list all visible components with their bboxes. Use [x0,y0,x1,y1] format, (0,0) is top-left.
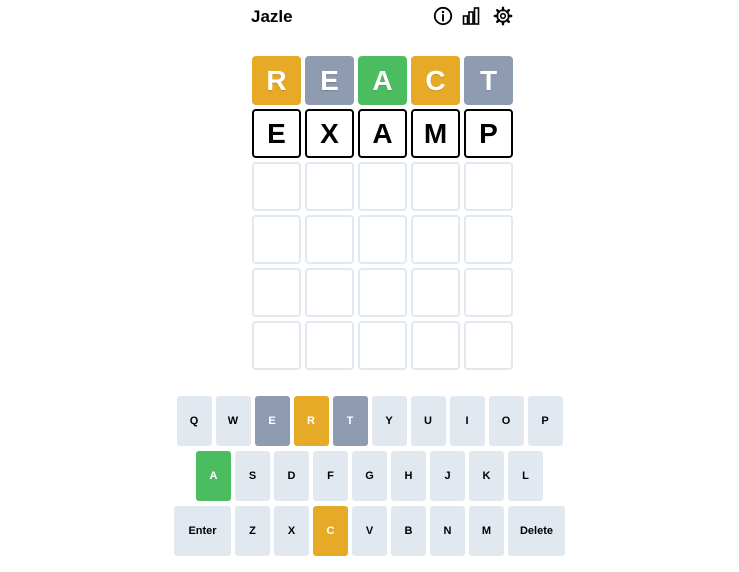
key-d[interactable]: D [274,451,309,501]
board-tile: A [358,109,407,158]
key-u[interactable]: U [410,396,446,446]
board-tile: T [464,56,513,105]
info-button[interactable] [433,6,453,26]
board-tile: A [358,56,407,105]
board-tile [411,162,460,211]
board-tile: P [464,109,513,158]
board-tile [358,215,407,264]
app-header: Jazle [0,0,739,34]
key-g[interactable]: G [352,451,387,501]
key-b[interactable]: B [391,506,426,556]
key-v[interactable]: V [352,506,387,556]
key-c[interactable]: C [313,506,348,556]
board-tile: X [305,109,354,158]
board-tile [305,321,354,370]
key-j[interactable]: J [430,451,465,501]
board-tile [252,321,301,370]
delete-key[interactable]: Delete [508,506,565,556]
key-s[interactable]: S [235,451,270,501]
board-tile [464,162,513,211]
board-tile [411,268,460,317]
board-tile [464,215,513,264]
stats-chart-icon [462,7,480,25]
key-r[interactable]: R [293,396,329,446]
key-h[interactable]: H [391,451,426,501]
key-y[interactable]: Y [371,396,407,446]
key-a[interactable]: A [196,451,231,501]
board-tile [305,215,354,264]
board-tile [358,321,407,370]
board-tile: M [411,109,460,158]
settings-button[interactable] [493,6,513,26]
key-z[interactable]: Z [235,506,270,556]
board-tile [464,268,513,317]
game-board: REACTEXAMP [252,56,513,370]
board-tile [252,215,301,264]
key-x[interactable]: X [274,506,309,556]
board-tile [252,162,301,211]
app-title: Jazle [251,7,293,26]
key-o[interactable]: O [488,396,524,446]
enter-key[interactable]: Enter [174,506,231,556]
stats-button[interactable] [461,6,481,26]
board-tile: E [305,56,354,105]
board-tile: R [252,56,301,105]
board-tile [464,321,513,370]
key-i[interactable]: I [449,396,485,446]
board-tile: C [411,56,460,105]
key-q[interactable]: Q [176,396,212,446]
key-m[interactable]: M [469,506,504,556]
board-tile: E [252,109,301,158]
board-tile [358,162,407,211]
board-tile [411,321,460,370]
key-w[interactable]: W [215,396,251,446]
info-icon [433,6,453,26]
board-tile [358,268,407,317]
key-l[interactable]: L [508,451,543,501]
settings-gear-icon [493,6,513,26]
keyboard-row-2: ASDFGHJKL [0,451,739,501]
key-k[interactable]: K [469,451,504,501]
board-tile [252,268,301,317]
keyboard-row-3: Enter Z X C V B N M Delete [0,506,739,556]
key-p[interactable]: P [527,396,563,446]
board-tile [305,268,354,317]
keyboard-row-1: QWERTYUIOP [0,396,739,446]
board-tile [411,215,460,264]
key-f[interactable]: F [313,451,348,501]
key-n[interactable]: N [430,506,465,556]
board-tile [305,162,354,211]
key-t[interactable]: T [332,396,368,446]
key-e[interactable]: E [254,396,290,446]
